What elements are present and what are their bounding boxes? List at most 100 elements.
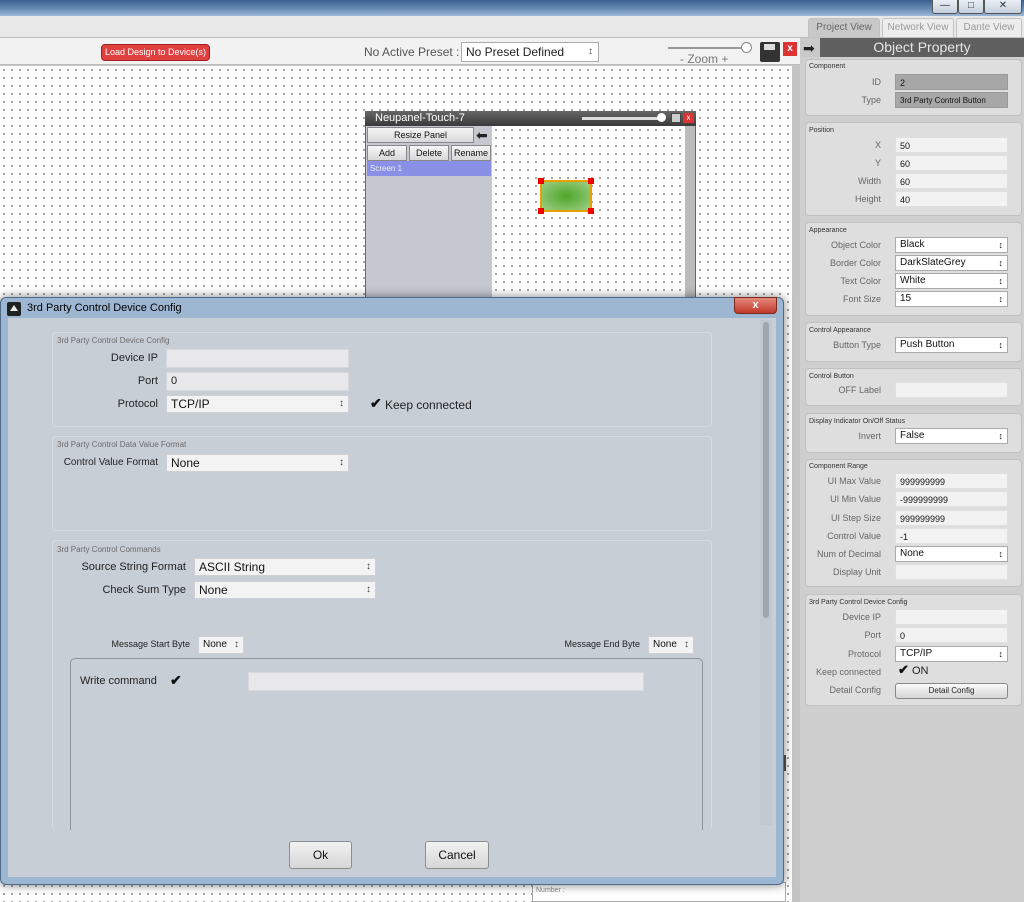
type-field: 3rd Party Control Button	[895, 92, 1008, 108]
keep-connected-checkbox[interactable]: ✔	[898, 662, 909, 678]
rename-screen-button[interactable]: Rename	[451, 145, 491, 161]
object-property-title: Object Property	[820, 38, 1024, 57]
panel-design-area[interactable]	[492, 126, 685, 311]
close-icon[interactable]: x	[683, 113, 694, 123]
tab-dante-view[interactable]: Dante View	[956, 18, 1022, 38]
collapse-arrow-icon[interactable]: ⬅	[476, 127, 488, 144]
screen-list-item[interactable]: Screen 1	[367, 161, 491, 176]
load-design-button[interactable]: Load Design to Device(s)	[101, 44, 210, 61]
dialog-scrollbar-thumb[interactable]	[763, 322, 769, 618]
zoom-slider[interactable]	[668, 47, 748, 49]
source-format-select[interactable]: ASCII String	[194, 558, 376, 576]
border-color-label: Border Color	[829, 258, 881, 268]
invert-select[interactable]: False	[895, 428, 1008, 444]
end-byte-select[interactable]: None	[648, 636, 694, 654]
ui-max-field[interactable]: 999999999	[895, 473, 1008, 489]
resize-panel-button[interactable]: Resize Panel	[367, 127, 474, 143]
keep-connected-checkbox[interactable]: ✔	[370, 395, 382, 412]
off-label-label: OFF Label	[838, 385, 881, 395]
neupanel-zoom-handle[interactable]	[657, 113, 666, 122]
ok-button[interactable]: Ok	[289, 841, 352, 869]
control-value-label: Control Value	[827, 531, 881, 541]
device-ip-label: Device IP	[110, 352, 158, 364]
off-label-field[interactable]	[895, 382, 1008, 398]
y-field[interactable]: 60	[895, 155, 1008, 171]
canvas-scrollbar[interactable]	[792, 66, 800, 902]
width-field[interactable]: 60	[895, 173, 1008, 189]
checksum-select[interactable]: None	[194, 581, 376, 599]
port-field[interactable]: 0	[895, 627, 1008, 643]
detail-config-button[interactable]: Detail Config	[895, 683, 1008, 699]
object-color-label: Object Color	[830, 240, 881, 250]
write-command-checkbox[interactable]: ✔	[170, 672, 182, 689]
checksum-label: Check Sum Type	[102, 584, 186, 596]
x-field[interactable]: 50	[895, 137, 1008, 153]
port-input[interactable]: 0	[166, 372, 349, 391]
button-type-select[interactable]: Push Button	[895, 337, 1008, 353]
write-command-label: Write command	[80, 675, 157, 687]
selected-control-button[interactable]	[538, 178, 594, 214]
resize-handle[interactable]	[588, 178, 594, 184]
display-unit-label: Display Unit	[832, 567, 881, 577]
control-value-field[interactable]: -1	[895, 528, 1008, 544]
x-label: X	[874, 140, 881, 150]
object-color-select[interactable]: Black	[895, 237, 1008, 253]
number-field: Number :	[532, 882, 786, 902]
protocol-select[interactable]: TCP/IP	[895, 646, 1008, 662]
protocol-label: Protocol	[117, 398, 158, 410]
preset-label: No Active Preset :	[364, 45, 460, 59]
expand-arrow-icon[interactable]: ➡	[803, 40, 815, 57]
type-label: Type	[861, 95, 881, 105]
num-decimal-label: Num of Decimal	[816, 549, 881, 559]
zoom-slider-handle[interactable]	[741, 42, 752, 53]
start-byte-label: Message Start Byte	[111, 639, 190, 649]
font-size-select[interactable]: 15	[895, 291, 1008, 307]
cancel-button[interactable]: Cancel	[425, 841, 489, 869]
save-icon[interactable]	[760, 42, 780, 62]
write-command-input[interactable]	[248, 672, 644, 691]
height-field[interactable]: 40	[895, 191, 1008, 207]
close-app-icon[interactable]: ✕	[984, 0, 1022, 14]
resize-handle[interactable]	[538, 208, 544, 214]
section-legend: 3rd Party Control Commands	[57, 545, 161, 554]
neupanel-zoom-slider[interactable]	[582, 117, 660, 120]
close-icon[interactable]: x	[783, 42, 797, 56]
protocol-label: Protocol	[847, 649, 881, 659]
device-ip-input[interactable]	[166, 349, 349, 368]
control-value-format-select[interactable]: None	[166, 454, 349, 472]
resize-handle[interactable]	[538, 178, 544, 184]
group-title: Control Appearance	[809, 327, 871, 334]
protocol-select[interactable]: TCP/IP	[166, 395, 349, 413]
ui-step-field[interactable]: 999999999	[895, 510, 1008, 526]
font-size-label: Font Size	[842, 294, 881, 304]
port-label: Port	[864, 630, 881, 640]
text-color-select[interactable]: White	[895, 273, 1008, 289]
ui-min-field[interactable]: -999999999	[895, 491, 1008, 507]
y-label: Y	[874, 158, 881, 168]
preset-select[interactable]: No Preset Defined	[461, 42, 599, 62]
group-title: 3rd Party Control Device Config	[809, 599, 908, 606]
start-byte-select[interactable]: None	[198, 636, 244, 654]
ui-min-label: UI Min Value	[830, 494, 881, 504]
dialog-footer	[8, 827, 776, 877]
num-decimal-select[interactable]: None	[895, 546, 1008, 562]
panel-scrollbar[interactable]	[685, 126, 695, 311]
keep-connected-value: ON	[912, 665, 929, 677]
add-screen-button[interactable]: Add	[367, 145, 407, 161]
border-color-select[interactable]: DarkSlateGrey	[895, 255, 1008, 271]
delete-screen-button[interactable]: Delete	[409, 145, 449, 161]
minimize-icon[interactable]: —	[932, 0, 958, 14]
tab-network-view[interactable]: Network View	[882, 18, 954, 38]
resize-handle[interactable]	[588, 208, 594, 214]
tab-project-view[interactable]: Project View	[808, 18, 880, 38]
close-icon[interactable]: x	[734, 297, 777, 314]
display-unit-field[interactable]	[895, 564, 1008, 580]
invert-label: Invert	[858, 431, 881, 441]
id-label: ID	[872, 77, 881, 87]
restore-icon[interactable]: □	[958, 0, 984, 14]
id-field: 2	[895, 74, 1008, 90]
device-ip-field[interactable]	[895, 609, 1008, 625]
section-legend: 3rd Party Control Device Config	[57, 336, 170, 345]
restore-icon[interactable]	[671, 113, 681, 123]
keep-connected-label: Keep connected	[815, 667, 881, 677]
